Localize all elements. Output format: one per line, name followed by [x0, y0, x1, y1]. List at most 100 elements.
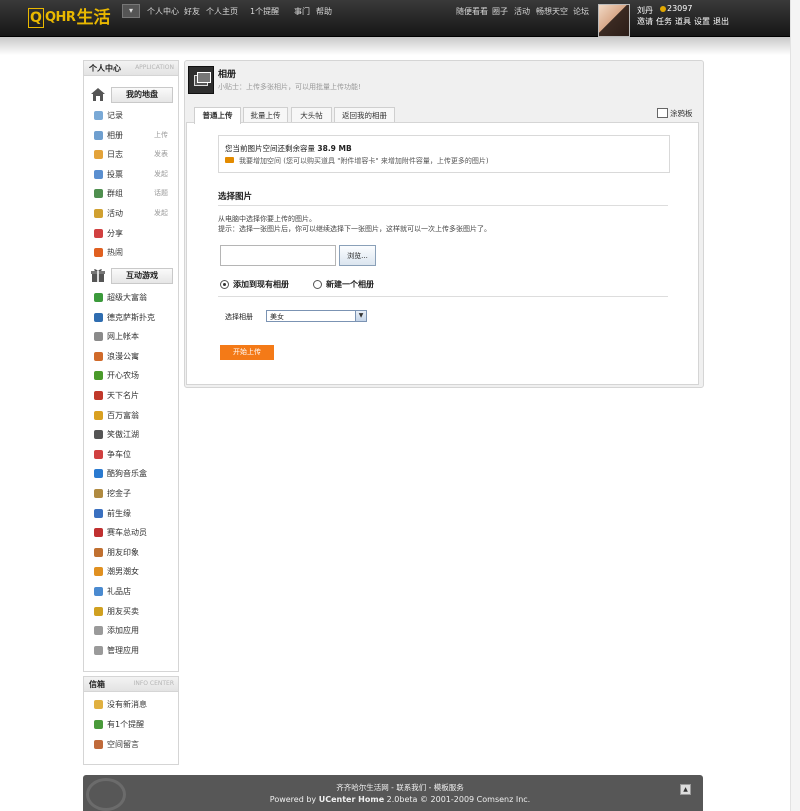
logo-q: Q — [28, 8, 44, 28]
site-logo[interactable]: Q QHR 生活 — [28, 6, 110, 30]
sidebar-item-label: 管理应用 — [107, 645, 139, 655]
scrollbar[interactable] — [790, 0, 800, 811]
pencil-icon[interactable] — [657, 108, 668, 118]
increase-space-link[interactable]: 我要增加空间 — [239, 157, 281, 165]
browse-button[interactable]: 浏览... — [339, 245, 376, 266]
sidebar-item[interactable]: 添加应用 — [84, 624, 178, 638]
nav-shimen[interactable]: 事门 — [294, 6, 310, 17]
new-album-label[interactable]: 新建一个相册 — [326, 279, 374, 290]
sidebar-item-action[interactable]: 上传 — [154, 130, 168, 140]
nav-personal-center[interactable]: 个人中心 — [147, 6, 179, 17]
sidebar-item[interactable]: 空间留言 — [84, 738, 178, 752]
section-my-space[interactable]: 我的地盘 — [84, 85, 178, 104]
select-image-heading: 选择图片 — [218, 192, 253, 202]
sidebar-item[interactable]: 超级大富翁 — [84, 291, 178, 305]
sidebar-item[interactable]: 潮男潮女 — [84, 565, 178, 579]
sidebar-item[interactable]: 没有新消息 — [84, 698, 178, 712]
select-image-hint: 提示：选择一张图片后，你可以继续选择下一张图片，这样就可以一次上传多张图片了。 — [218, 225, 491, 233]
nav-browse[interactable]: 随便看看 — [456, 6, 488, 17]
nav-friends[interactable]: 好友 — [184, 6, 200, 17]
sidebar-item[interactable]: 天下名片 — [84, 389, 178, 403]
section-games-label: 互动游戏 — [111, 268, 173, 284]
back-to-top-icon[interactable]: ▲ — [680, 784, 691, 795]
fate-icon — [94, 508, 103, 518]
sidebar-item[interactable]: 赛车总动员 — [84, 526, 178, 540]
sidebar-item[interactable]: 日志 发表 — [84, 148, 178, 162]
sidebar-item[interactable]: 前生缘 — [84, 507, 178, 521]
start-upload-button[interactable]: 开始上传 — [220, 345, 274, 360]
nav-circles[interactable]: 圈子 — [492, 6, 508, 17]
section-games[interactable]: 互动游戏 — [84, 266, 178, 285]
nav-homepage[interactable]: 个人主页 — [206, 6, 238, 17]
quota-value: 38.9 MB — [317, 144, 352, 153]
logout-link[interactable]: 退出 — [713, 16, 729, 27]
invite-link[interactable]: 邀请 — [637, 16, 653, 27]
file-path-input[interactable] — [220, 245, 336, 266]
quota-box — [218, 135, 670, 173]
tasks-link[interactable]: 任务 — [656, 16, 672, 27]
sidebar-item-action[interactable]: 发表 — [154, 149, 168, 159]
poll-icon — [94, 169, 103, 179]
logo-qhr: QHR — [45, 10, 76, 25]
sidebar-item-label: 前生缘 — [107, 508, 131, 518]
sidebar-item-label: 活动 — [107, 209, 123, 218]
sidebar-item-action[interactable]: 发起 — [154, 169, 168, 179]
sidebar-item[interactable]: 分享 — [84, 227, 178, 241]
sidebar-item[interactable]: 热闹 — [84, 246, 178, 260]
sidebar-item[interactable]: 记录 — [84, 109, 178, 123]
gold-icon — [94, 489, 103, 498]
sidebar-item[interactable]: 管理应用 — [84, 644, 178, 658]
select-image-description: 从电脑中选择你要上传的图片。 — [218, 215, 316, 223]
quota-note: (您可以购买道具 "附件增容卡" 来增加附件容量，上传更多的图片) — [283, 157, 489, 165]
graffiti-board-link[interactable]: 涂鸦板 — [670, 108, 693, 119]
menu-toggle-button[interactable]: ▾ — [122, 4, 140, 18]
credit-brand[interactable]: UCenter Home — [319, 795, 384, 804]
tab-back-to-album[interactable]: 返回我的相册 — [334, 107, 395, 123]
sidebar-item[interactable]: 投票 发起 — [84, 168, 178, 182]
add-to-existing-label[interactable]: 添加到现有相册 — [233, 279, 289, 290]
inbox-title: 信箱 — [89, 680, 105, 689]
sidebar-item[interactable]: 挖金子 — [84, 487, 178, 501]
sidebar-item[interactable]: 网上帐本 — [84, 330, 178, 344]
sidebar-item[interactable]: 笑傲江湖 — [84, 428, 178, 442]
sidebar-item[interactable]: 活动 发起 — [84, 207, 178, 221]
settings-link[interactable]: 设置 — [694, 16, 710, 27]
props-link[interactable]: 道具 — [675, 16, 691, 27]
sidebar-item-label: 开心农场 — [107, 371, 139, 381]
user-name[interactable]: 刘丹 — [637, 5, 653, 16]
tab-normal-upload[interactable]: 普通上传 — [194, 107, 241, 124]
sidebar-item[interactable]: 朋友买卖 — [84, 605, 178, 619]
sidebar-item-label: 争车位 — [107, 449, 131, 459]
impression-icon — [94, 547, 103, 557]
nav-events[interactable]: 活动 — [514, 6, 530, 17]
quota-prefix: 您当前图片空间还剩余容量 — [225, 144, 315, 153]
quota-more: 我要增加空间 (您可以购买道具 "附件增容卡" 来增加附件容量，上传更多的图片) — [239, 156, 489, 166]
sidebar-title: 个人中心 — [89, 64, 121, 73]
sidebar-item[interactable]: 有1个提醒 — [84, 718, 178, 732]
sidebar-item[interactable]: 礼品店 — [84, 585, 178, 599]
add-to-existing-radio[interactable] — [220, 280, 229, 289]
chevron-down-icon[interactable]: ▼ — [355, 311, 366, 321]
inbox-subtitle: INFO CENTER — [133, 680, 174, 687]
sidebar-item[interactable]: 开心农场 — [84, 369, 178, 383]
sidebar-item[interactable]: 争车位 — [84, 448, 178, 462]
nav-forum[interactable]: 论坛 — [573, 6, 589, 17]
sidebar-item[interactable]: 酷狗音乐盒 — [84, 467, 178, 481]
sidebar-item[interactable]: 相册 上传 — [84, 129, 178, 143]
tab-batch-upload[interactable]: 批量上传 — [243, 107, 288, 123]
nav-reminders[interactable]: 1个提醒 — [250, 6, 279, 17]
sidebar-item-action[interactable]: 发起 — [154, 208, 168, 218]
tab-big-head-sticker[interactable]: 大头帖 — [291, 107, 332, 123]
album-select[interactable]: 美女 ▼ — [266, 310, 367, 322]
sidebar-item[interactable]: 朋友印象 — [84, 546, 178, 560]
nav-sky[interactable]: 畅想天空 — [536, 6, 568, 17]
nav-help[interactable]: 帮助 — [316, 6, 332, 17]
sidebar-item[interactable]: 德克萨斯扑克 — [84, 311, 178, 325]
sidebar-item[interactable]: 浪漫公寓 — [84, 350, 178, 364]
poker-icon — [94, 312, 103, 322]
sidebar-item[interactable]: 群组 话题 — [84, 187, 178, 201]
sidebar-item-action[interactable]: 话题 — [154, 188, 168, 198]
new-album-radio[interactable] — [313, 280, 322, 289]
user-avatar[interactable] — [598, 4, 630, 37]
sidebar-item[interactable]: 百万富翁 — [84, 409, 178, 423]
